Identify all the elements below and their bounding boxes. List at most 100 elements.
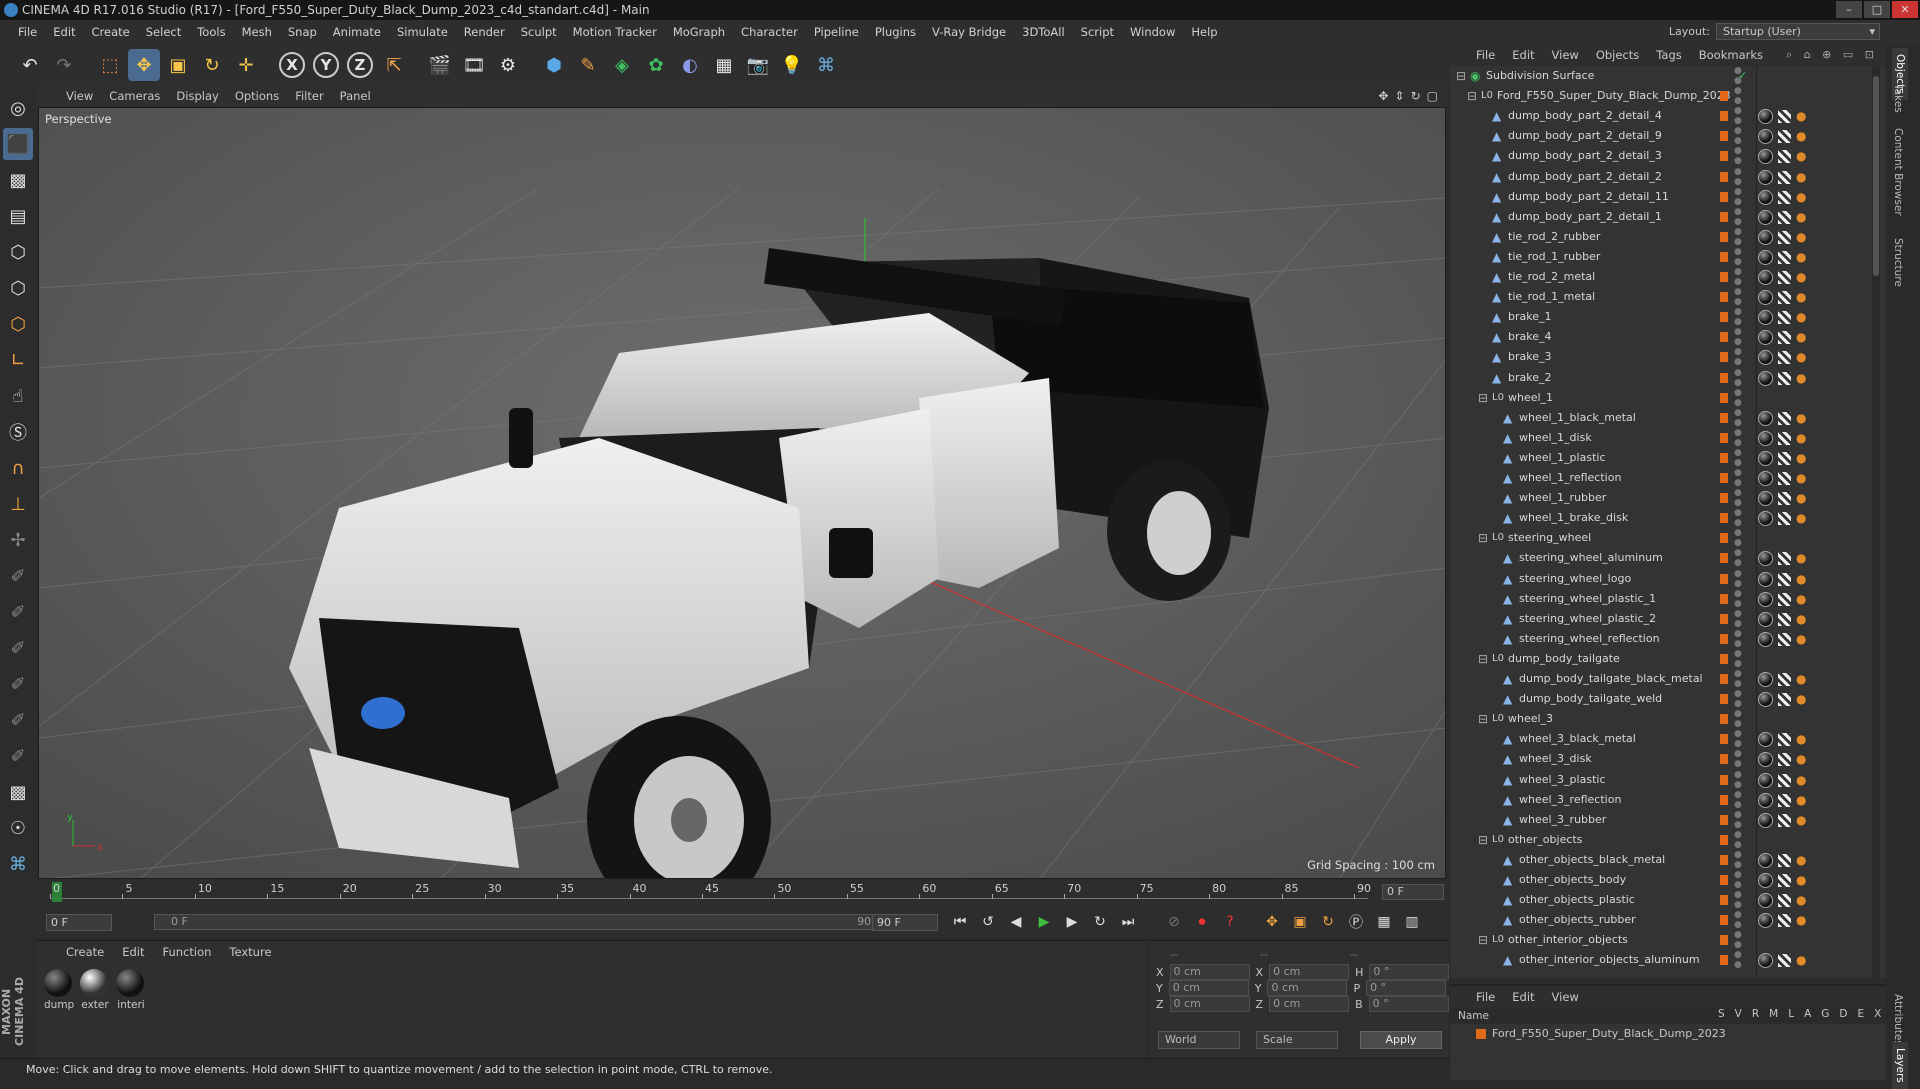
menu-render[interactable]: Render	[456, 25, 513, 39]
side-tab-content-browser[interactable]: Content Browser	[1892, 128, 1904, 216]
redo-icon[interactable]: ↷	[48, 49, 80, 81]
viewport-menu-filter[interactable]: Filter	[295, 89, 323, 103]
object-menu-tags[interactable]: Tags	[1656, 48, 1681, 62]
material-menu-texture[interactable]: Texture	[229, 945, 271, 959]
object-row[interactable]: ▲ wheel_1_disk ● ● ●	[1450, 428, 1886, 448]
viewport-menu-cameras[interactable]: Cameras	[109, 89, 160, 103]
object-row[interactable]: ⊟ ◉ Subdivision Surface ● ● ✓	[1450, 66, 1886, 86]
phong-tag-icon[interactable]: ●	[1796, 310, 1808, 324]
object-manager-tool-icons[interactable]: ⌕ ⌂ ⊕ ▭ ⊡	[1786, 48, 1878, 62]
pan-icon[interactable]: ✥	[1378, 89, 1388, 103]
polygons-mode-icon[interactable]: ⬡	[3, 308, 33, 340]
object-row[interactable]: ▲ wheel_3_disk ● ● ●	[1450, 749, 1886, 769]
coordinate-system-icon[interactable]: ⇱	[378, 49, 410, 81]
phong-tag-icon[interactable]: ●	[1796, 109, 1808, 123]
expand-toggle-icon[interactable]: ⊟	[1478, 830, 1488, 850]
visibility-dots-icon[interactable]: ● ●	[1734, 227, 1742, 247]
phong-tag-icon[interactable]: ●	[1796, 752, 1808, 766]
floor-scene-icon[interactable]: ▦	[708, 49, 740, 81]
uvw-tag-icon[interactable]	[1778, 874, 1791, 887]
phong-tag-icon[interactable]: ●	[1796, 350, 1808, 364]
uvw-tag-icon[interactable]	[1778, 512, 1791, 526]
object-row[interactable]: ▲ tie_rod_2_rubber ● ● ●	[1450, 227, 1886, 247]
object-menu-bookmarks[interactable]: Bookmarks	[1699, 48, 1763, 62]
phong-tag-icon[interactable]: ●	[1796, 290, 1808, 304]
phong-tag-icon[interactable]: ●	[1796, 873, 1808, 887]
phong-tag-icon[interactable]: ●	[1796, 893, 1808, 907]
motion-record-icon[interactable]: ⊘	[1162, 910, 1186, 934]
object-row[interactable]: ⊟ L0 wheel_3 ● ●	[1450, 709, 1886, 729]
deformer-icon[interactable]: ◐	[674, 49, 706, 81]
uvw-tag-icon[interactable]	[1778, 853, 1791, 867]
make-editable-icon[interactable]: ◎	[3, 92, 33, 124]
x-axis-lock-icon[interactable]: X	[279, 52, 305, 78]
material-swatch[interactable]: exter	[80, 969, 110, 1011]
visibility-dots-icon[interactable]: ● ●	[1734, 327, 1742, 347]
viewport-menu-options[interactable]: Options	[235, 89, 279, 103]
uvw-tag-icon[interactable]	[1778, 431, 1791, 445]
side-tab-structure[interactable]: Structure	[1892, 238, 1904, 287]
uvw-tag-icon[interactable]	[1778, 592, 1791, 606]
visibility-dots-icon[interactable]: ● ●	[1734, 810, 1742, 830]
coord-space-dropdown[interactable]: World	[1158, 1031, 1240, 1049]
visibility-dots-icon[interactable]: ● ●	[1734, 126, 1742, 146]
visibility-dots-icon[interactable]: ● ●	[1734, 267, 1742, 287]
material-tag-icon[interactable]	[1758, 330, 1773, 346]
uvw-tag-icon[interactable]	[1778, 572, 1791, 586]
object-row[interactable]: ⊟ L0 wheel_1 ● ●	[1450, 388, 1886, 408]
menu-script[interactable]: Script	[1073, 25, 1122, 39]
material-tag-icon[interactable]	[1758, 471, 1773, 486]
menu-animate[interactable]: Animate	[325, 25, 389, 39]
menu-mograph[interactable]: MoGraph	[665, 25, 733, 39]
material-tag-icon[interactable]	[1758, 450, 1773, 466]
coord-b-field[interactable]: 0 cm	[1269, 964, 1350, 980]
uvw-tag-icon[interactable]	[1778, 451, 1791, 465]
sculpt-inflate-icon[interactable]: ✐	[3, 704, 33, 736]
y-axis-lock-icon[interactable]: Y	[313, 52, 339, 78]
uvw-tag-icon[interactable]	[1778, 492, 1791, 506]
object-row[interactable]: ▲ dump_body_tailgate_weld ● ● ●	[1450, 689, 1886, 709]
material-menu-edit[interactable]: Edit	[122, 945, 144, 959]
material-tag-icon[interactable]	[1758, 571, 1773, 587]
record-keys-icon[interactable]: ⏺	[1190, 910, 1214, 934]
coord-mode-dropdown[interactable]: Scale	[1256, 1031, 1338, 1049]
visibility-dots-icon[interactable]: ● ●	[1734, 649, 1742, 669]
material-tag-icon[interactable]	[1758, 591, 1773, 607]
next-frame-icon[interactable]: ▶	[1060, 910, 1084, 934]
visibility-dots-icon[interactable]: ● ●	[1734, 408, 1742, 428]
transform-tool-icon[interactable]: ✛	[230, 49, 262, 81]
close-button[interactable]: ✕	[1892, 1, 1918, 18]
material-tag-icon[interactable]	[1758, 129, 1773, 145]
visibility-dots-icon[interactable]: ● ●	[1734, 569, 1742, 589]
uvw-tag-icon[interactable]	[1778, 632, 1791, 646]
object-row[interactable]: ▲ dump_body_tailgate_black_metal ● ● ●	[1450, 669, 1886, 689]
phong-tag-icon[interactable]: ●	[1796, 672, 1808, 686]
object-row[interactable]: ▲ steering_wheel_plastic_1 ● ● ●	[1450, 589, 1886, 609]
visibility-dots-icon[interactable]: ● ●	[1734, 388, 1742, 408]
visibility-dots-icon[interactable]: ● ●	[1734, 729, 1742, 749]
object-row[interactable]: ▲ dump_body_part_2_detail_2 ● ● ●	[1450, 167, 1886, 187]
object-row[interactable]: ▲ steering_wheel_aluminum ● ● ●	[1450, 548, 1886, 568]
phong-tag-icon[interactable]: ●	[1796, 411, 1808, 425]
coord-a-field[interactable]: 0 cm	[1168, 980, 1249, 996]
spline-pen-icon[interactable]: ✎	[572, 49, 604, 81]
render-picture-viewer-icon[interactable]: 🎞	[458, 49, 490, 81]
uvw-tag-icon[interactable]	[1778, 612, 1791, 626]
material-tag-icon[interactable]	[1758, 310, 1773, 326]
visibility-dots-icon[interactable]: ● ●	[1734, 770, 1742, 790]
key-scale-icon[interactable]: ▣	[1288, 910, 1312, 934]
perspective-viewport[interactable]: y x Perspective Grid Spacing : 100 cm	[38, 107, 1446, 879]
visibility-dots-icon[interactable]: ● ●	[1734, 86, 1742, 106]
uvw-tag-icon[interactable]	[1778, 351, 1791, 365]
points-mode-icon[interactable]: ⬡	[3, 236, 33, 268]
uvw-tag-icon[interactable]	[1778, 733, 1791, 747]
sculpt-flatten-icon[interactable]: ✐	[3, 668, 33, 700]
uvw-tag-icon[interactable]	[1778, 230, 1791, 244]
side-tab-takes[interactable]: Takes	[1892, 84, 1904, 113]
texture-mode-icon[interactable]: ▩	[3, 164, 33, 196]
uvw-tag-icon[interactable]	[1778, 190, 1791, 204]
visibility-dots-icon[interactable]: ● ●	[1734, 167, 1742, 187]
previous-frame-icon[interactable]: ◀	[1004, 910, 1028, 934]
uvw-tag-icon[interactable]	[1778, 110, 1791, 124]
side-tab-attributes[interactable]: Attributes	[1892, 994, 1904, 1046]
